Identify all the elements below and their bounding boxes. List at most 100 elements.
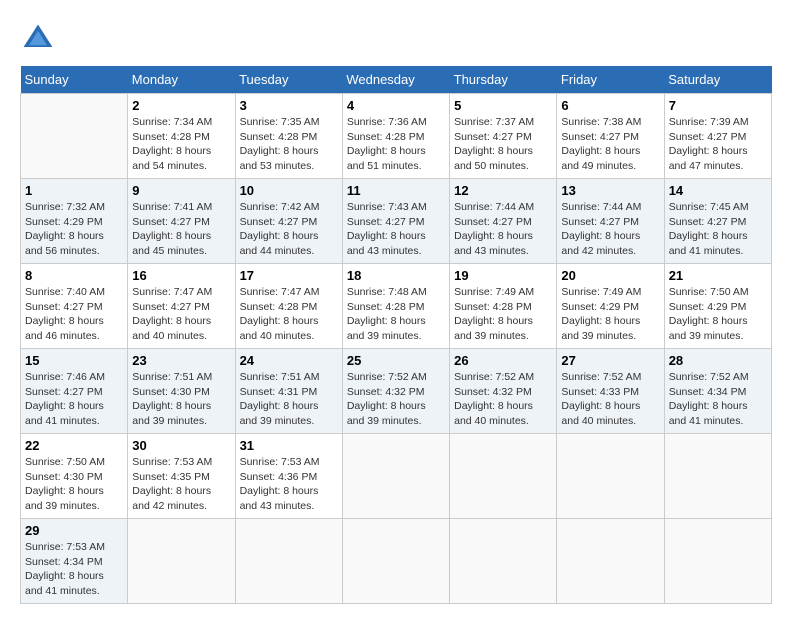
day-info: Sunrise: 7:48 AMSunset: 4:28 PMDaylight:… — [347, 286, 427, 342]
calendar-cell: 12 Sunrise: 7:44 AMSunset: 4:27 PMDaylig… — [450, 179, 557, 264]
day-number: 15 — [25, 353, 123, 368]
day-number: 19 — [454, 268, 552, 283]
calendar-cell: 23 Sunrise: 7:51 AMSunset: 4:30 PMDaylig… — [128, 349, 235, 434]
day-number: 6 — [561, 98, 659, 113]
day-info: Sunrise: 7:47 AMSunset: 4:27 PMDaylight:… — [132, 286, 212, 342]
day-number: 22 — [25, 438, 123, 453]
calendar-row: 8 Sunrise: 7:40 AMSunset: 4:27 PMDayligh… — [21, 264, 772, 349]
day-number: 18 — [347, 268, 445, 283]
calendar-cell — [235, 519, 342, 604]
day-number: 29 — [25, 523, 123, 538]
day-number: 27 — [561, 353, 659, 368]
day-number: 2 — [132, 98, 230, 113]
calendar-cell: 27 Sunrise: 7:52 AMSunset: 4:33 PMDaylig… — [557, 349, 664, 434]
day-number: 17 — [240, 268, 338, 283]
calendar-cell — [557, 434, 664, 519]
calendar-cell — [450, 519, 557, 604]
day-info: Sunrise: 7:51 AMSunset: 4:30 PMDaylight:… — [132, 371, 212, 427]
day-info: Sunrise: 7:50 AMSunset: 4:30 PMDaylight:… — [25, 456, 105, 512]
page-header — [20, 20, 772, 56]
day-info: Sunrise: 7:44 AMSunset: 4:27 PMDaylight:… — [561, 201, 641, 257]
calendar-cell — [450, 434, 557, 519]
day-number: 20 — [561, 268, 659, 283]
day-info: Sunrise: 7:32 AMSunset: 4:29 PMDaylight:… — [25, 201, 105, 257]
day-number: 1 — [25, 183, 123, 198]
day-info: Sunrise: 7:46 AMSunset: 4:27 PMDaylight:… — [25, 371, 105, 427]
calendar-cell: 7 Sunrise: 7:39 AMSunset: 4:27 PMDayligh… — [664, 94, 771, 179]
day-info: Sunrise: 7:44 AMSunset: 4:27 PMDaylight:… — [454, 201, 534, 257]
day-info: Sunrise: 7:38 AMSunset: 4:27 PMDaylight:… — [561, 116, 641, 172]
day-info: Sunrise: 7:51 AMSunset: 4:31 PMDaylight:… — [240, 371, 320, 427]
day-info: Sunrise: 7:36 AMSunset: 4:28 PMDaylight:… — [347, 116, 427, 172]
day-number: 16 — [132, 268, 230, 283]
day-of-week-header: Thursday — [450, 66, 557, 94]
calendar-body: 2 Sunrise: 7:34 AMSunset: 4:28 PMDayligh… — [21, 94, 772, 604]
day-info: Sunrise: 7:41 AMSunset: 4:27 PMDaylight:… — [132, 201, 212, 257]
day-of-week-header: Tuesday — [235, 66, 342, 94]
day-number: 12 — [454, 183, 552, 198]
day-number: 8 — [25, 268, 123, 283]
day-number: 9 — [132, 183, 230, 198]
day-info: Sunrise: 7:35 AMSunset: 4:28 PMDaylight:… — [240, 116, 320, 172]
day-info: Sunrise: 7:52 AMSunset: 4:32 PMDaylight:… — [347, 371, 427, 427]
calendar-cell: 26 Sunrise: 7:52 AMSunset: 4:32 PMDaylig… — [450, 349, 557, 434]
calendar-cell — [664, 519, 771, 604]
day-number: 25 — [347, 353, 445, 368]
day-number: 13 — [561, 183, 659, 198]
calendar-cell — [557, 519, 664, 604]
calendar-cell: 8 Sunrise: 7:40 AMSunset: 4:27 PMDayligh… — [21, 264, 128, 349]
day-info: Sunrise: 7:39 AMSunset: 4:27 PMDaylight:… — [669, 116, 749, 172]
calendar-cell: 4 Sunrise: 7:36 AMSunset: 4:28 PMDayligh… — [342, 94, 449, 179]
calendar-cell — [664, 434, 771, 519]
calendar-cell: 17 Sunrise: 7:47 AMSunset: 4:28 PMDaylig… — [235, 264, 342, 349]
day-number: 31 — [240, 438, 338, 453]
calendar-cell: 31 Sunrise: 7:53 AMSunset: 4:36 PMDaylig… — [235, 434, 342, 519]
day-info: Sunrise: 7:49 AMSunset: 4:29 PMDaylight:… — [561, 286, 641, 342]
day-number: 11 — [347, 183, 445, 198]
day-info: Sunrise: 7:53 AMSunset: 4:36 PMDaylight:… — [240, 456, 320, 512]
calendar-cell: 13 Sunrise: 7:44 AMSunset: 4:27 PMDaylig… — [557, 179, 664, 264]
calendar-row: 2 Sunrise: 7:34 AMSunset: 4:28 PMDayligh… — [21, 94, 772, 179]
calendar-row: 1 Sunrise: 7:32 AMSunset: 4:29 PMDayligh… — [21, 179, 772, 264]
calendar-cell — [342, 434, 449, 519]
day-number: 30 — [132, 438, 230, 453]
day-info: Sunrise: 7:52 AMSunset: 4:33 PMDaylight:… — [561, 371, 641, 427]
calendar-cell: 21 Sunrise: 7:50 AMSunset: 4:29 PMDaylig… — [664, 264, 771, 349]
calendar-cell: 28 Sunrise: 7:52 AMSunset: 4:34 PMDaylig… — [664, 349, 771, 434]
day-number: 21 — [669, 268, 767, 283]
day-info: Sunrise: 7:49 AMSunset: 4:28 PMDaylight:… — [454, 286, 534, 342]
day-info: Sunrise: 7:50 AMSunset: 4:29 PMDaylight:… — [669, 286, 749, 342]
calendar-cell: 1 Sunrise: 7:32 AMSunset: 4:29 PMDayligh… — [21, 179, 128, 264]
day-info: Sunrise: 7:52 AMSunset: 4:34 PMDaylight:… — [669, 371, 749, 427]
calendar-cell — [342, 519, 449, 604]
day-info: Sunrise: 7:53 AMSunset: 4:35 PMDaylight:… — [132, 456, 212, 512]
day-info: Sunrise: 7:37 AMSunset: 4:27 PMDaylight:… — [454, 116, 534, 172]
calendar-cell: 19 Sunrise: 7:49 AMSunset: 4:28 PMDaylig… — [450, 264, 557, 349]
calendar-cell: 25 Sunrise: 7:52 AMSunset: 4:32 PMDaylig… — [342, 349, 449, 434]
calendar-row: 15 Sunrise: 7:46 AMSunset: 4:27 PMDaylig… — [21, 349, 772, 434]
day-number: 23 — [132, 353, 230, 368]
calendar-cell — [21, 94, 128, 179]
day-number: 28 — [669, 353, 767, 368]
calendar-cell: 3 Sunrise: 7:35 AMSunset: 4:28 PMDayligh… — [235, 94, 342, 179]
calendar-cell: 2 Sunrise: 7:34 AMSunset: 4:28 PMDayligh… — [128, 94, 235, 179]
day-number: 24 — [240, 353, 338, 368]
day-info: Sunrise: 7:40 AMSunset: 4:27 PMDaylight:… — [25, 286, 105, 342]
calendar-cell: 6 Sunrise: 7:38 AMSunset: 4:27 PMDayligh… — [557, 94, 664, 179]
day-of-week-header: Wednesday — [342, 66, 449, 94]
calendar-cell: 30 Sunrise: 7:53 AMSunset: 4:35 PMDaylig… — [128, 434, 235, 519]
day-info: Sunrise: 7:43 AMSunset: 4:27 PMDaylight:… — [347, 201, 427, 257]
calendar-cell: 5 Sunrise: 7:37 AMSunset: 4:27 PMDayligh… — [450, 94, 557, 179]
day-number: 14 — [669, 183, 767, 198]
day-number: 10 — [240, 183, 338, 198]
day-info: Sunrise: 7:42 AMSunset: 4:27 PMDaylight:… — [240, 201, 320, 257]
calendar-cell: 15 Sunrise: 7:46 AMSunset: 4:27 PMDaylig… — [21, 349, 128, 434]
day-number: 7 — [669, 98, 767, 113]
calendar-cell: 22 Sunrise: 7:50 AMSunset: 4:30 PMDaylig… — [21, 434, 128, 519]
logo-icon — [20, 20, 56, 56]
calendar-cell: 29 Sunrise: 7:53 AMSunset: 4:34 PMDaylig… — [21, 519, 128, 604]
day-number: 5 — [454, 98, 552, 113]
day-of-week-header: Monday — [128, 66, 235, 94]
calendar-cell: 11 Sunrise: 7:43 AMSunset: 4:27 PMDaylig… — [342, 179, 449, 264]
day-info: Sunrise: 7:45 AMSunset: 4:27 PMDaylight:… — [669, 201, 749, 257]
